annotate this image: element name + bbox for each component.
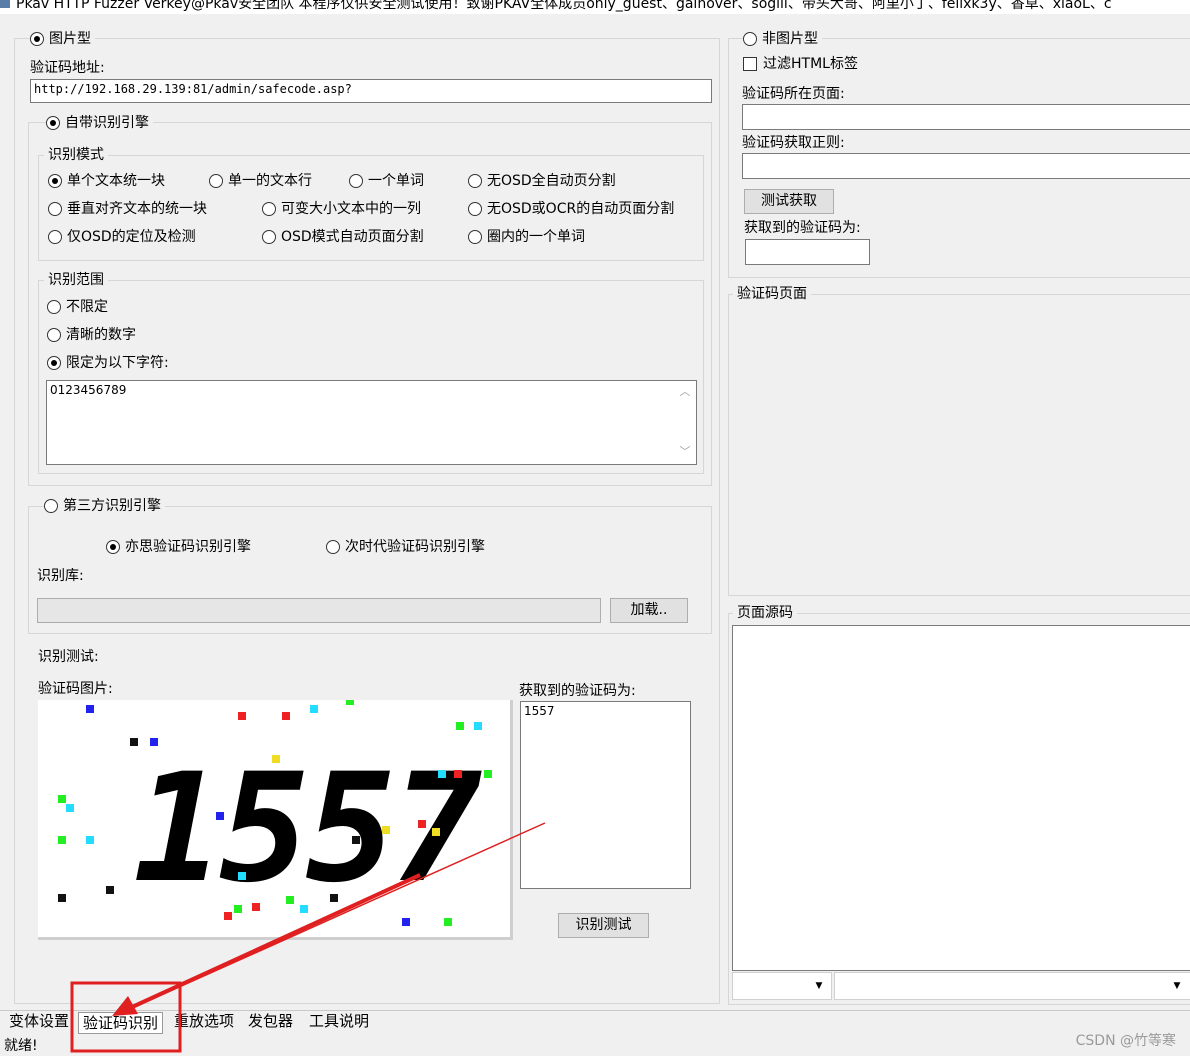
annotation-arrow-line (129, 873, 421, 1010)
annotation-overlay (70, 822, 546, 1053)
